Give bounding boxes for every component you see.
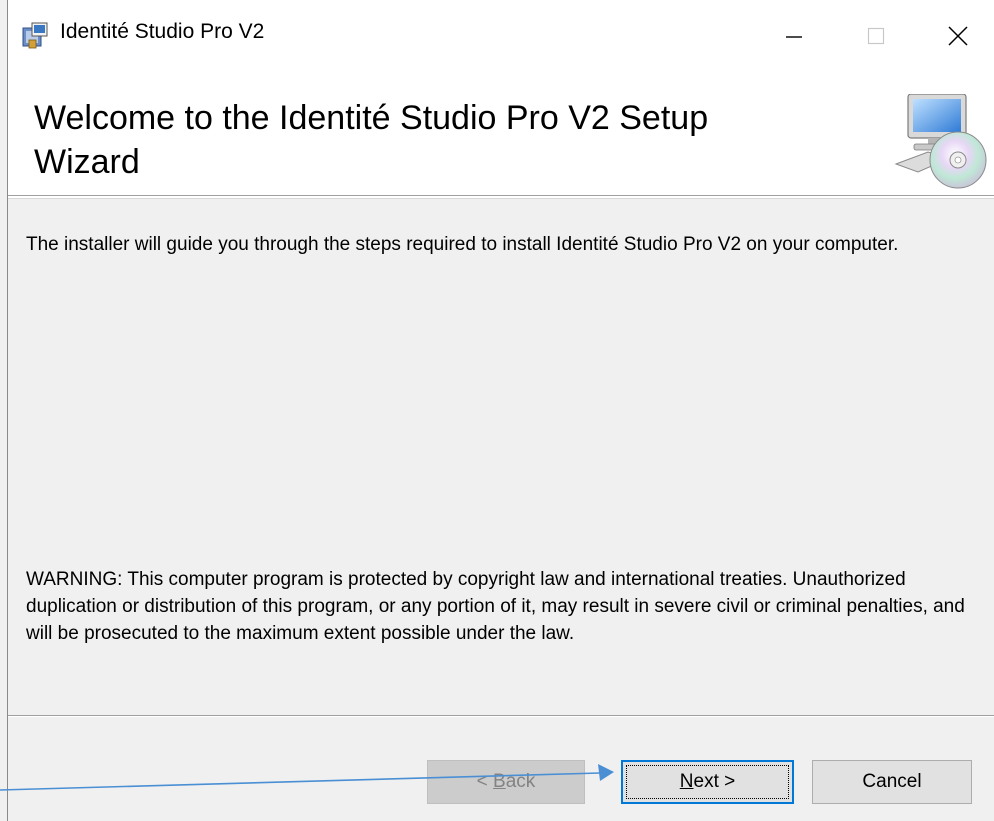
close-icon: [948, 26, 968, 46]
wizard-banner: Welcome to the Identité Studio Pro V2 Se…: [8, 72, 994, 196]
maximize-icon: [867, 27, 885, 45]
next-button-accelerator: N: [679, 771, 694, 792]
wizard-title: Welcome to the Identité Studio Pro V2 Se…: [34, 99, 709, 181]
close-button[interactable]: [926, 0, 990, 72]
installer-package-icon: [22, 22, 48, 49]
cancel-button[interactable]: Cancel: [812, 760, 972, 804]
copyright-warning-text: WARNING: This computer program is protec…: [26, 569, 965, 644]
back-button-label: ack: [505, 771, 536, 792]
minimize-icon: [786, 36, 802, 38]
title-bar[interactable]: Identité Studio Pro V2: [8, 0, 994, 72]
maximize-button[interactable]: [844, 0, 908, 72]
intro-text: The installer will guide you through the…: [26, 234, 899, 255]
footer-divider: [8, 715, 994, 717]
back-button-accelerator: B: [493, 771, 506, 792]
back-button[interactable]: < Back: [427, 760, 585, 804]
minimize-button[interactable]: [762, 0, 826, 72]
next-button-label: ext >: [693, 771, 736, 792]
setup-wizard-window: Identité Studio Pro V2 Welcome to the Id…: [0, 0, 994, 821]
back-button-prefix: <: [476, 771, 494, 792]
banner-divider: [8, 196, 994, 199]
window-title: Identité Studio Pro V2: [60, 20, 265, 43]
next-button[interactable]: Next >: [621, 760, 794, 804]
computer-cd-icon: [894, 94, 987, 189]
